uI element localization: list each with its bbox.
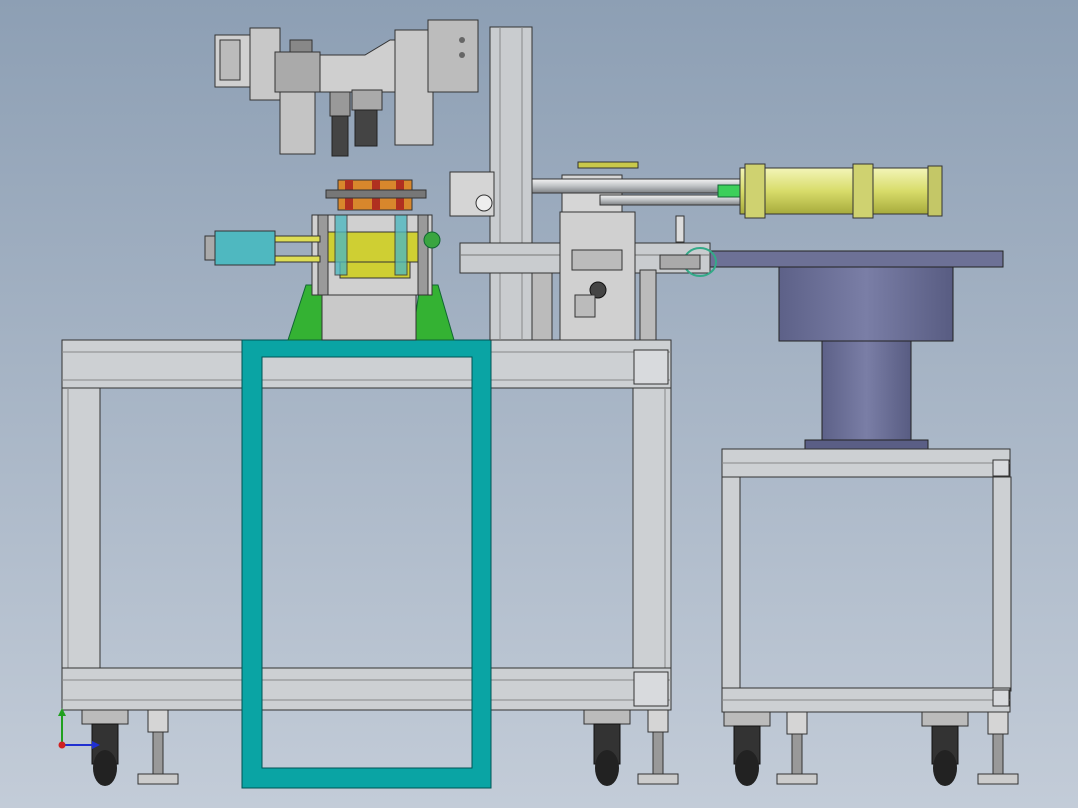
turntable-plate [699,250,1004,268]
machine-drawing [0,0,1078,808]
rotor-fixture [311,214,441,296]
turntable-base [804,439,929,450]
coil-assembly [325,179,427,211]
cad-viewport[interactable] [0,0,1078,808]
turntable-body [778,266,954,342]
turntable-column [821,340,912,442]
